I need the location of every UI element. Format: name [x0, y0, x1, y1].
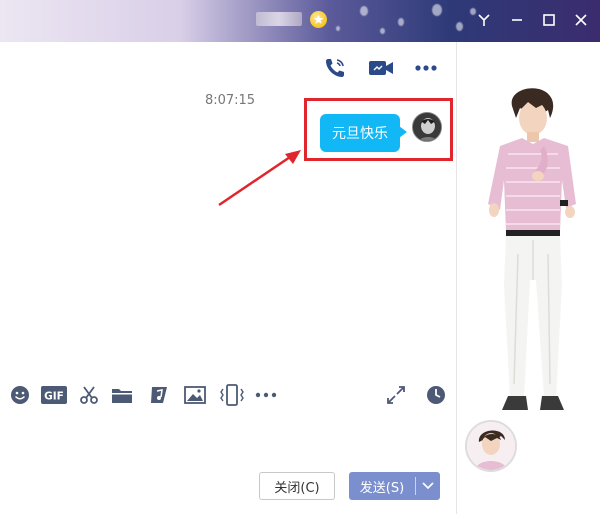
panel-divider	[456, 42, 457, 514]
music-icon[interactable]	[148, 384, 170, 406]
video-call-icon[interactable]	[368, 55, 394, 81]
expand-icon[interactable]	[385, 384, 407, 406]
menu-chevron-icon[interactable]	[473, 9, 495, 31]
scissors-icon[interactable]	[78, 384, 100, 406]
decor-lantern	[336, 26, 340, 31]
maximize-icon[interactable]	[538, 9, 560, 31]
emoji-icon[interactable]	[9, 384, 31, 406]
voice-call-icon[interactable]	[322, 55, 348, 81]
decor-lantern	[432, 4, 442, 16]
vip-star-icon	[310, 11, 327, 28]
send-button[interactable]: 发送(S)	[349, 472, 440, 500]
close-icon[interactable]	[570, 9, 592, 31]
history-clock-icon[interactable]	[425, 384, 447, 406]
input-toolbar: GIF	[0, 380, 456, 410]
image-icon[interactable]	[184, 384, 206, 406]
contact-avatar[interactable]	[465, 420, 517, 472]
folder-icon[interactable]	[111, 384, 133, 406]
more-icon[interactable]	[254, 384, 278, 406]
decor-lantern	[456, 22, 463, 31]
message-timestamp: 8:07:15	[204, 93, 256, 108]
contact-show-figure	[488, 88, 576, 410]
gif-icon[interactable]: GIF	[41, 384, 67, 406]
decor-lantern	[398, 18, 404, 26]
decor-lantern	[380, 28, 385, 34]
annotation-arrow	[218, 150, 301, 207]
title-bar	[0, 0, 600, 42]
contact-name-blurred	[256, 12, 302, 26]
annotation-highlight-box	[304, 98, 453, 161]
more-icon[interactable]	[413, 55, 439, 81]
gif-label: GIF	[44, 391, 64, 403]
close-button[interactable]: 关闭(C)	[259, 472, 335, 500]
chevron-down-icon[interactable]	[416, 482, 440, 490]
minimize-icon[interactable]	[506, 9, 528, 31]
decor-lantern	[360, 6, 368, 16]
send-button-label: 发送(S)	[359, 480, 405, 496]
shake-icon[interactable]	[219, 384, 245, 406]
